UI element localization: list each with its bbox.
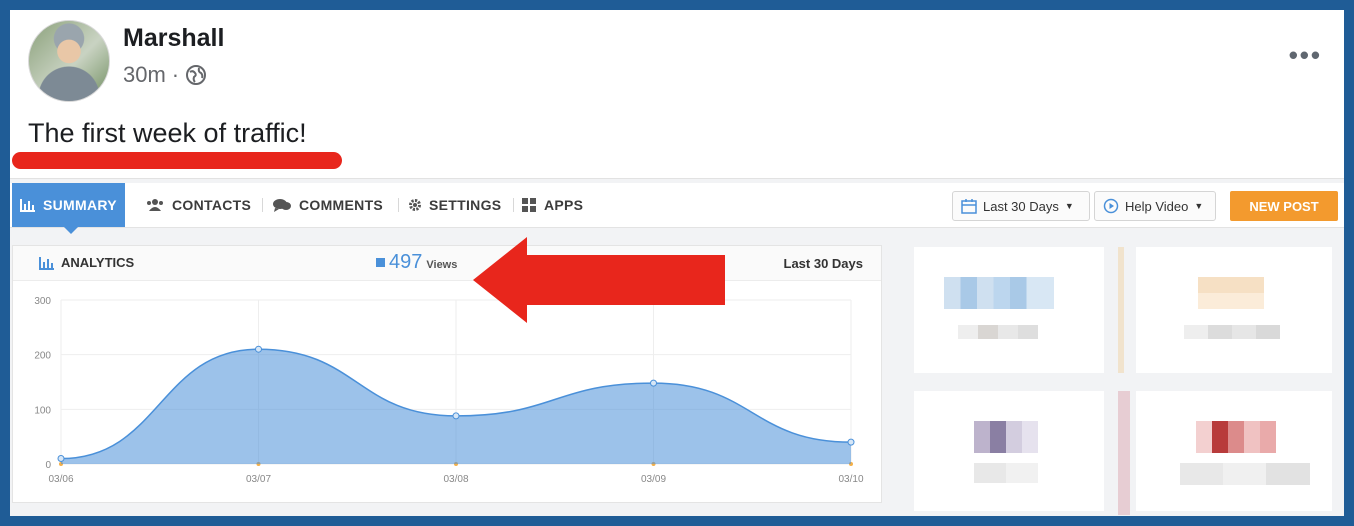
bar-chart-icon [20,199,35,212]
author-name[interactable]: Marshall [123,24,224,53]
data-point [650,379,657,387]
comments-icon [273,199,291,212]
x-tick-label: 03/09 [641,474,666,485]
globe-icon [186,65,207,85]
tab-apps[interactable]: APPS [521,183,583,227]
tab-comments[interactable]: COMMENTS [272,183,383,227]
x-tick-label: 03/08 [443,474,468,485]
meta-separator: · [171,62,180,87]
users-icon [147,199,163,211]
x-tick-label: 03/06 [48,474,73,485]
bar-chart-icon [39,256,54,270]
caret-down-icon: ▼ [1064,201,1074,211]
red-underline-annotation [12,152,342,169]
post-meta: 30m · [123,62,207,88]
caret-down-icon: ▼ [1194,201,1204,211]
facebook-post-card: Marshall 30m · ••• The first week of tra… [10,10,1344,516]
tab-divider [513,198,514,212]
views-area-chart: 0 100 200 300 03/06 03/07 03/08 03/09 03/10 [34,296,864,485]
red-arrow-annotation [473,237,725,323]
tile-divider [1118,391,1130,515]
more-options-button[interactable]: ••• [1289,40,1322,71]
gear-icon [409,199,421,211]
tab-label: CONTACTS [172,197,252,213]
data-point [57,455,65,463]
date-range-dropdown[interactable]: Last 30 Days ▼ [952,191,1090,221]
new-post-button[interactable]: NEW POST [1230,191,1338,221]
analytics-title: ANALYTICS [39,255,134,270]
views-count: 497 [389,251,423,273]
y-tick-label: 0 [45,460,51,471]
tab-summary[interactable]: SUMMARY [12,183,125,234]
tab-settings[interactable]: SETTINGS [408,183,501,227]
blurred-stat-tile [1136,247,1332,373]
blurred-stat-tile [914,247,1104,373]
data-point [452,412,460,420]
tile-divider [1118,247,1124,373]
analytics-title-text: ANALYTICS [61,255,135,270]
date-range-label: Last 30 Days [983,198,1059,214]
tab-label: COMMENTS [299,197,384,213]
calendar-icon [961,199,977,214]
blurred-stat-tile [1136,391,1332,511]
data-point [847,438,855,446]
tab-label: SETTINGS [429,197,502,213]
tab-divider [262,198,263,212]
analytics-header: ANALYTICS 497 Views Last 30 Days [13,246,881,281]
x-tick-label: 03/07 [246,474,271,485]
tab-divider [398,198,399,212]
apps-icon [522,198,536,212]
legend-swatch [376,258,385,267]
tab-label: SUMMARY [43,197,117,213]
y-tick-label: 200 [34,351,51,362]
help-video-dropdown[interactable]: Help Video ▼ [1094,191,1216,221]
tab-contacts[interactable]: CONTACTS [145,183,251,227]
analytics-panel: ANALYTICS 497 Views Last 30 Days 0 100 200… [12,245,882,503]
play-circle-icon [1103,198,1119,214]
y-tick-label: 100 [34,405,51,416]
dashboard-screenshot: SUMMARY CONTACTS COMMENTS SETTINGS APPS [10,178,1344,516]
post-time[interactable]: 30m [123,62,166,88]
views-label: Views [426,259,458,271]
avatar[interactable] [28,20,110,102]
data-point [255,345,262,353]
range-label: Last 30 Days [783,256,864,271]
views-counter: 497 Views [376,251,457,274]
blurred-stat-tile [914,391,1104,511]
dashboard-nav: SUMMARY CONTACTS COMMENTS SETTINGS APPS [10,183,1344,234]
y-tick-label: 300 [34,296,51,307]
post-text: The first week of traffic! [28,118,307,148]
tab-label: APPS [544,197,584,213]
x-tick-label: 03/10 [838,474,863,485]
help-video-label: Help Video [1125,198,1189,214]
